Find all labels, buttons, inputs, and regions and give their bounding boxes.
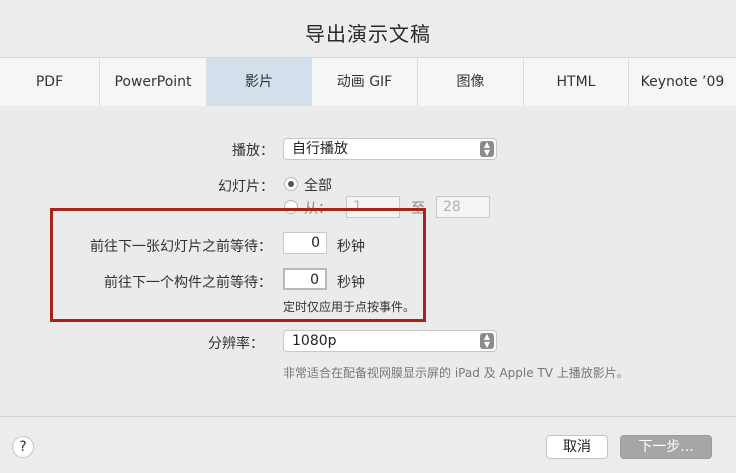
tab-images[interactable]: 图像 xyxy=(418,58,524,106)
resolution-note: 非常适合在配备视网膜显示屏的 iPad 及 Apple TV 上播放影片。 xyxy=(283,366,629,380)
playback-label: 播放： xyxy=(232,143,274,159)
dialog-title: 导出演示文稿 xyxy=(305,22,431,46)
tab-animated-gif[interactable]: 动画 GIF xyxy=(312,58,418,106)
dialog-footer: ? 取消 下一步... xyxy=(0,416,736,473)
next-button[interactable]: 下一步... xyxy=(620,435,712,459)
resolution-label: 分辨率： xyxy=(208,336,264,352)
slides-label: 幻灯片： xyxy=(218,179,274,195)
resolution-select[interactable]: 1080p ▲ ▼ xyxy=(283,330,497,352)
chevron-updown-icon: ▲ ▼ xyxy=(480,333,494,349)
export-format-tabs: PDF PowerPoint 影片 动画 GIF 图像 HTML Keynote… xyxy=(0,57,736,107)
tab-keynote-09[interactable]: Keynote ’09 xyxy=(629,58,736,106)
playback-value: 自行播放 xyxy=(292,141,348,157)
tab-movie[interactable]: 影片 xyxy=(207,58,312,106)
tab-powerpoint[interactable]: PowerPoint xyxy=(100,58,207,106)
cancel-button[interactable]: 取消 xyxy=(546,435,608,459)
tab-html[interactable]: HTML xyxy=(524,58,629,106)
slides-all-radio[interactable] xyxy=(284,177,298,191)
slides-to-input[interactable]: 28 xyxy=(436,196,490,218)
playback-select[interactable]: 自行播放 ▲ ▼ xyxy=(283,138,497,160)
resolution-value: 1080p xyxy=(292,333,337,349)
tab-pdf[interactable]: PDF xyxy=(0,58,100,106)
slides-all-label: 全部 xyxy=(304,178,332,194)
annotation-highlight-box xyxy=(50,208,426,322)
chevron-updown-icon: ▲ ▼ xyxy=(480,141,494,157)
help-button[interactable]: ? xyxy=(12,436,34,458)
